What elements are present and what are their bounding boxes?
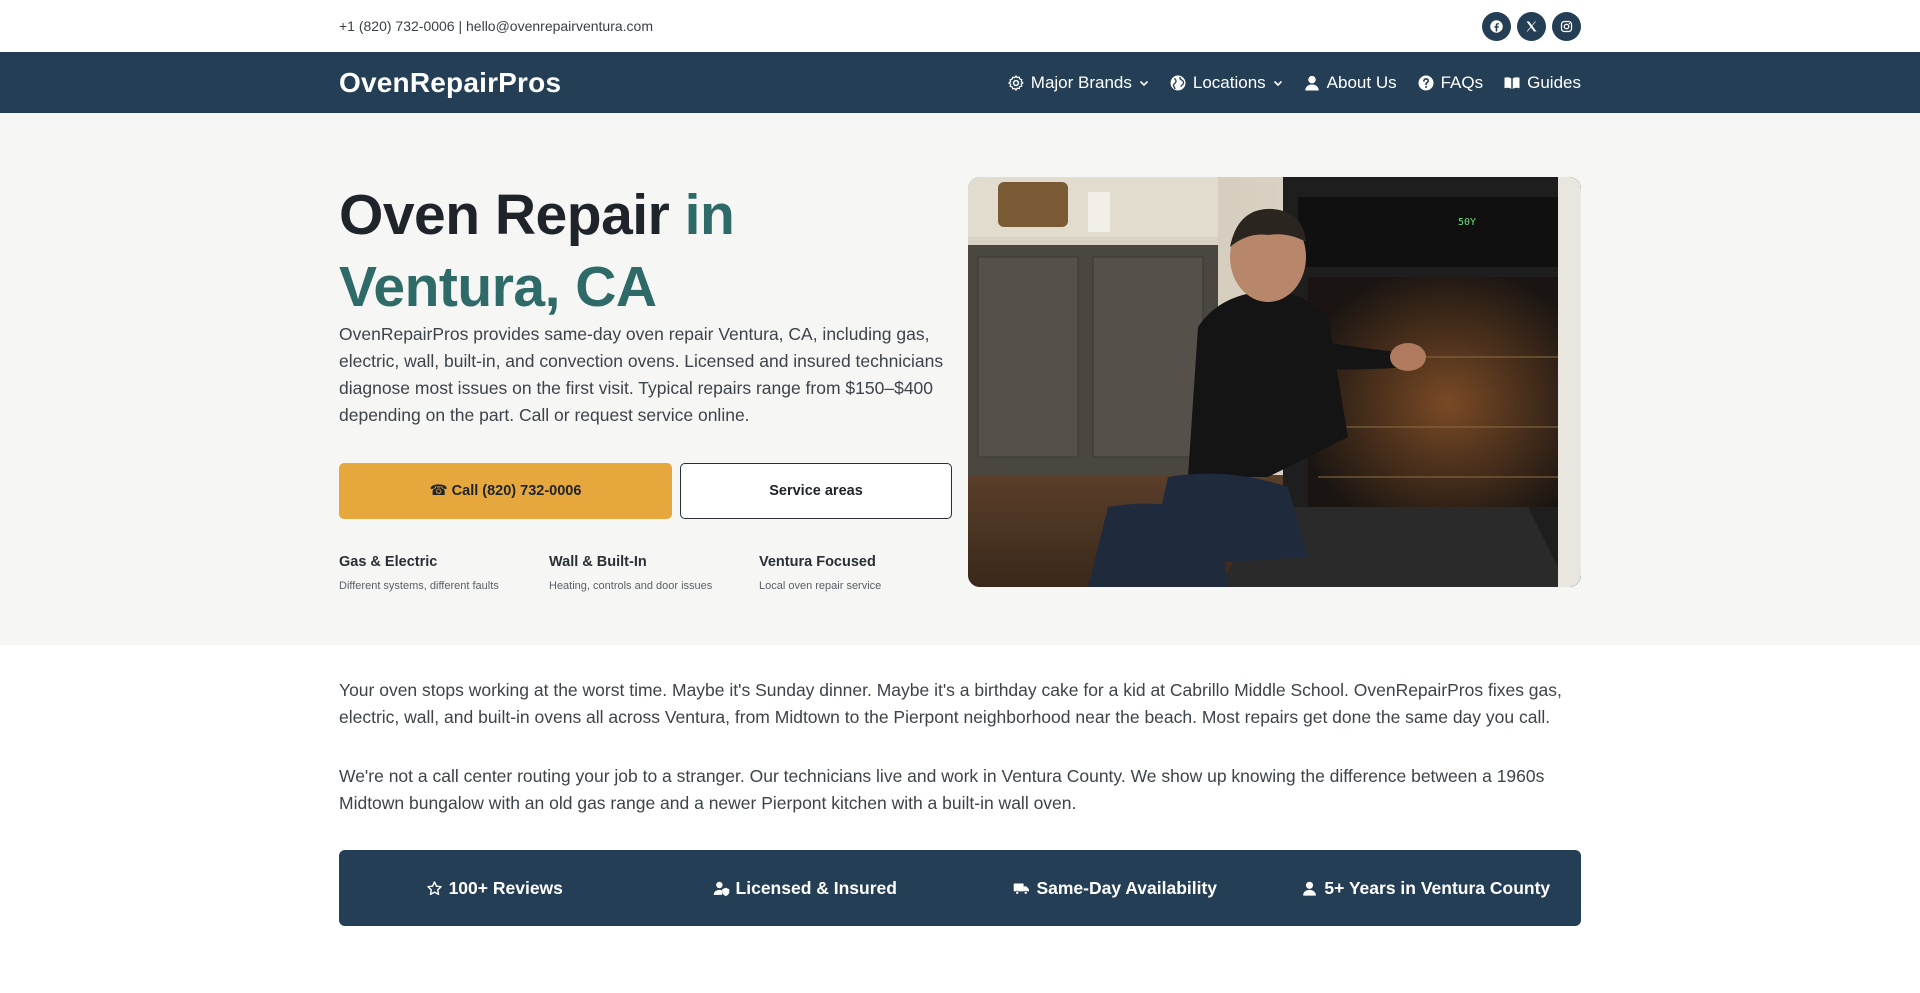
nav-label: FAQs: [1440, 72, 1484, 92]
trust-item-same-day: Same-Day Availability: [960, 878, 1271, 899]
nav-item-guides[interactable]: Guides: [1503, 73, 1581, 93]
trust-item-licensed: Licensed & Insured: [650, 878, 961, 899]
top-contact-bar: +1 (820) 732-0006 | hello@ovenrepairvent…: [0, 0, 1920, 52]
hero-section: Oven Repair in Ventura, CA OvenRepairPro…: [0, 113, 1920, 645]
truck-icon: [1014, 883, 1030, 895]
main-navbar: OvenRepairPros Major Brands Locations Ab…: [0, 52, 1920, 113]
trust-label: 100+ Reviews: [448, 877, 563, 898]
star-icon: [426, 880, 442, 895]
hero-title: Oven Repair in Ventura, CA: [339, 179, 939, 323]
nav-label: Major Brands: [1030, 72, 1132, 92]
user-icon: [1304, 75, 1319, 90]
trust-label: 5+ Years in Ventura County: [1324, 877, 1551, 898]
feature-subtitle: Local oven repair service: [759, 580, 882, 592]
svg-text:50Y: 50Y: [1458, 217, 1476, 228]
trust-item-years: 5+ Years in Ventura County: [1271, 878, 1582, 899]
feature-title: Gas & Electric: [339, 554, 438, 570]
contact-info[interactable]: +1 (820) 732-0006 | hello@ovenrepairvent…: [339, 18, 653, 34]
nav-label: About Us: [1326, 72, 1397, 92]
feature-subtitle: Different systems, different faults: [339, 580, 499, 592]
hero-title-main: Oven Repair: [339, 183, 670, 247]
instagram-icon[interactable]: [1552, 11, 1581, 41]
feature-title: Wall & Built-In: [549, 554, 647, 570]
trust-badges-bar: 100+ Reviews Licensed & Insured Same-Day…: [339, 850, 1581, 926]
trust-item-reviews: 100+ Reviews: [339, 878, 650, 899]
feature-wall-built-in: Wall & Built-In Heating, controls and do…: [549, 554, 749, 592]
call-button[interactable]: ☎ Call (820) 732-0006: [339, 463, 672, 519]
site-logo[interactable]: OvenRepairPros: [339, 67, 561, 99]
book-icon: [1504, 76, 1520, 89]
nav-item-major-brands[interactable]: Major Brands: [1007, 73, 1149, 93]
facebook-icon[interactable]: [1482, 11, 1511, 41]
hero-description: OvenRepairPros provides same-day oven re…: [339, 324, 944, 425]
main-nav: Major Brands Locations About Us FAQs Gui…: [1007, 73, 1581, 93]
nav-item-locations[interactable]: Locations: [1169, 73, 1283, 93]
trust-label: Licensed & Insured: [735, 877, 897, 898]
trust-label: Same-Day Availability: [1036, 877, 1218, 898]
intro-text: Your oven stops working at the worst tim…: [339, 677, 1584, 817]
feature-ventura-focused: Ventura Focused Local oven repair servic…: [759, 554, 959, 592]
nav-item-about-us[interactable]: About Us: [1303, 73, 1397, 93]
nav-item-faqs[interactable]: FAQs: [1417, 72, 1484, 93]
question-circle-icon: [1418, 75, 1434, 90]
x-twitter-icon[interactable]: [1517, 11, 1546, 41]
nav-label: Guides: [1527, 72, 1581, 92]
globe-icon: [1170, 75, 1186, 90]
nav-label: Locations: [1192, 72, 1266, 92]
user-shield-icon: [713, 881, 729, 896]
chevron-down-icon: [1273, 80, 1282, 86]
feature-subtitle: Heating, controls and door issues: [549, 580, 713, 592]
feature-title: Ventura Focused: [759, 554, 876, 570]
service-areas-button[interactable]: Service areas: [680, 463, 952, 519]
hero-photo-technician-repairing-oven: 50Y: [968, 177, 1581, 587]
intro-paragraph: Your oven stops working at the worst tim…: [339, 680, 1562, 727]
feature-gas-electric: Gas & Electric Different systems, differ…: [339, 554, 539, 592]
intro-paragraph: We're not a call center routing your job…: [339, 766, 1545, 813]
user-icon: [1303, 881, 1317, 896]
chevron-down-icon: [1139, 80, 1148, 86]
gear-icon: [1008, 74, 1024, 91]
social-links: [1482, 11, 1581, 41]
